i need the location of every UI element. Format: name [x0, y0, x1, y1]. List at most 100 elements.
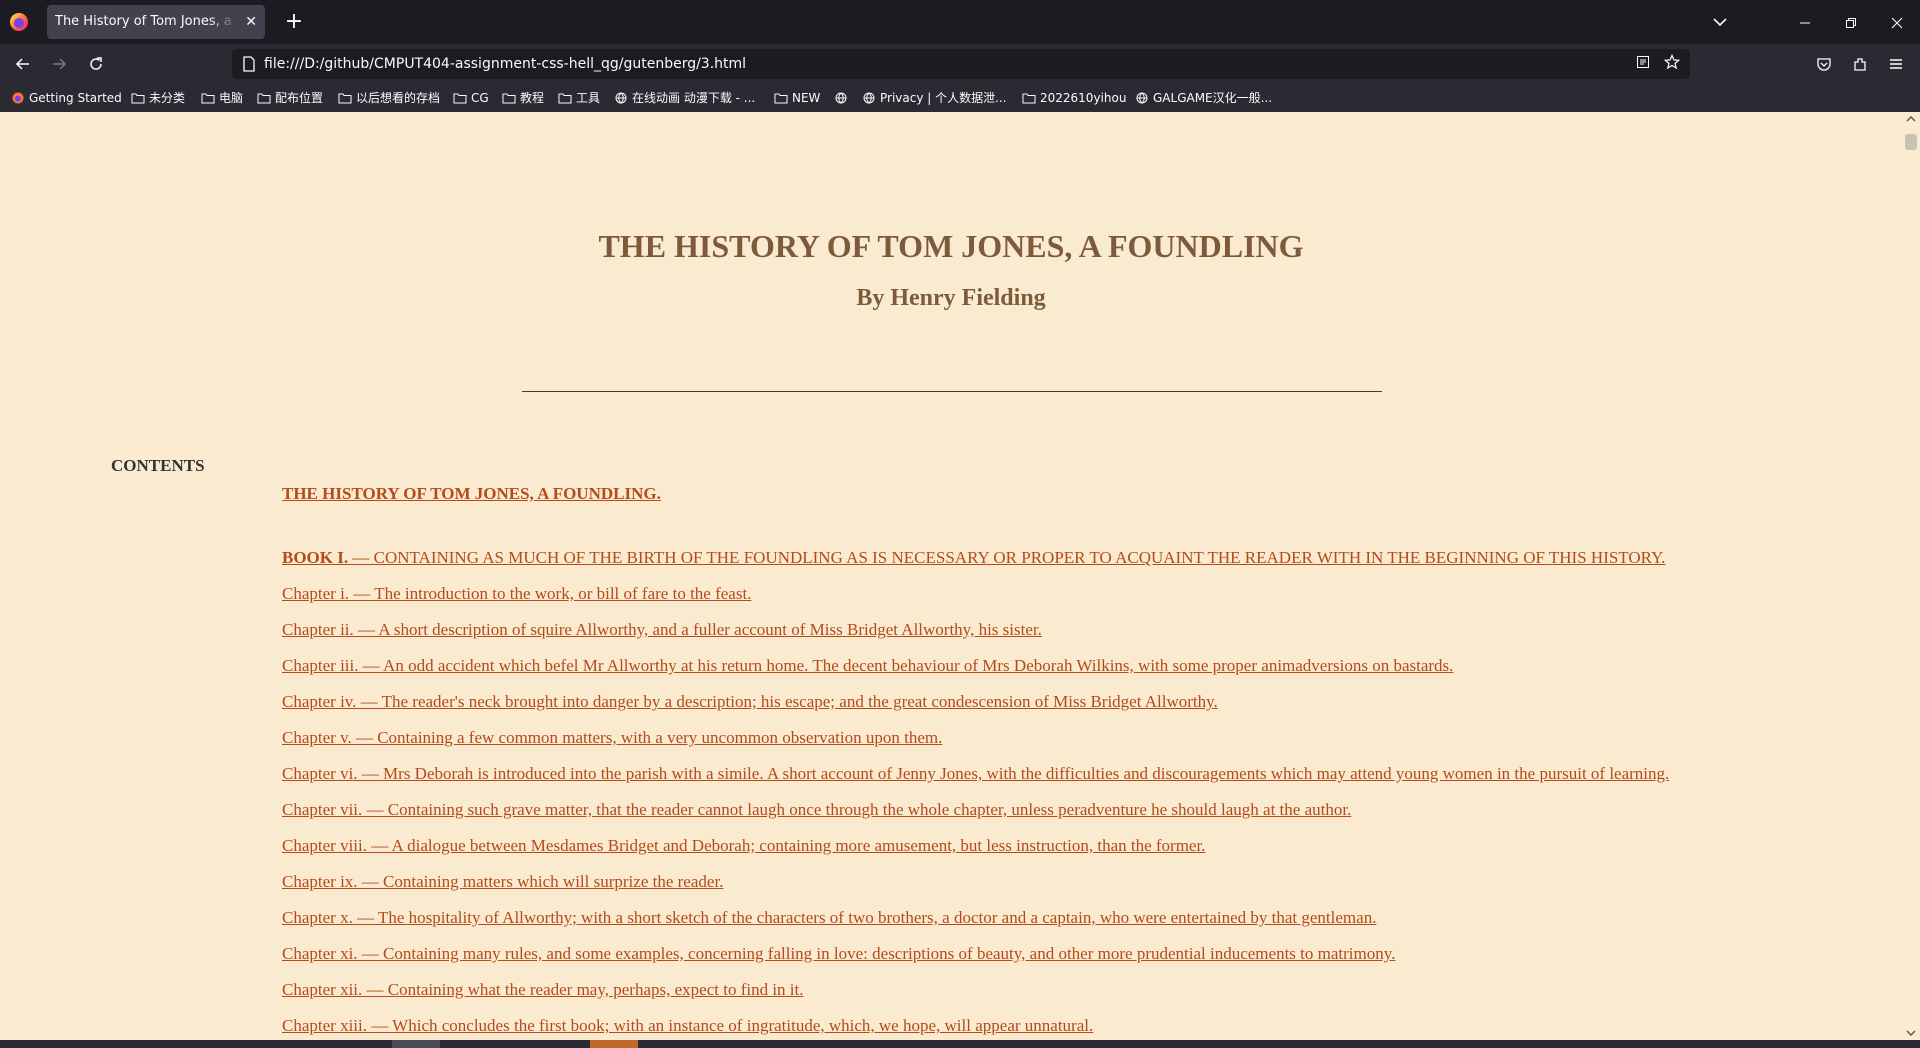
pocket-button[interactable]: [1810, 50, 1838, 78]
toc-chapter-link[interactable]: Chapter x. — The hospitality of Allworth…: [282, 908, 1376, 928]
toc-chapter-link[interactable]: Chapter vi. — Mrs Deborah is introduced …: [282, 764, 1669, 784]
reload-icon: [90, 57, 102, 70]
toc-book-link[interactable]: BOOK I. — CONTAINING AS MUCH OF THE BIRT…: [282, 548, 1665, 568]
bookmark-star-button[interactable]: [1662, 54, 1682, 74]
horizontal-rule: [522, 391, 1382, 392]
bookmarks-toolbar: Getting Started 未分类 电脑 配布位置 以后想看的存档 CG 教…: [0, 84, 1920, 112]
bookmark-label: 电脑: [219, 91, 244, 105]
folder-icon: [338, 93, 352, 104]
folder-icon: [558, 93, 572, 104]
folder-icon: [131, 93, 145, 104]
firefox-icon: [12, 92, 24, 104]
bookmark-folder[interactable]: 以后想看的存档: [338, 84, 440, 112]
toc-chapter-link[interactable]: Chapter iv. — The reader's neck brought …: [282, 692, 1218, 712]
bookmark-folder[interactable]: 配布位置: [257, 84, 323, 112]
globe-icon: [1136, 92, 1148, 104]
restore-icon: [1846, 17, 1856, 28]
reload-button[interactable]: [82, 50, 110, 78]
close-window-button[interactable]: [1874, 0, 1920, 44]
bookmark-label: 以后想看的存档: [356, 91, 441, 105]
back-icon: [15, 58, 29, 70]
vertical-scrollbar[interactable]: [1902, 112, 1920, 1040]
bookmark-item[interactable]: 在线动画 动漫下载 - ...: [614, 84, 755, 112]
toc-chapter-link[interactable]: Chapter v. — Containing a few common mat…: [282, 728, 942, 748]
url-text[interactable]: file:///D:/github/CMPUT404-assignment-cs…: [264, 49, 746, 79]
bookmark-label: 配布位置: [275, 91, 324, 105]
back-button[interactable]: [9, 50, 37, 78]
active-tab[interactable]: The History of Tom Jones, a Foundling ✕: [47, 5, 265, 39]
bookmark-folder[interactable]: NEW: [774, 84, 820, 112]
bookmark-folder[interactable]: 2022610yihou: [1022, 84, 1126, 112]
toc-chapter-link[interactable]: Chapter i. — The introduction to the wor…: [282, 584, 751, 604]
minimize-button[interactable]: [1782, 0, 1828, 44]
folder-icon: [1022, 93, 1036, 104]
address-bar[interactable]: file:///D:/github/CMPUT404-assignment-cs…: [232, 49, 1690, 79]
book-title: THE HISTORY OF TOM JONES, A FOUNDLING: [598, 228, 1304, 264]
toc-main-title-link[interactable]: THE HISTORY OF TOM JONES, A FOUNDLING.: [282, 484, 661, 504]
bookmark-label: 工具: [576, 91, 601, 105]
scrollbar-thumb[interactable]: [1905, 134, 1917, 150]
forward-button[interactable]: [45, 50, 73, 78]
bookmark-folder[interactable]: CG: [453, 84, 489, 112]
toc-chapter-link[interactable]: Chapter xii. — Containing what the reade…: [282, 980, 804, 1000]
bookmark-item[interactable]: Getting Started: [11, 84, 122, 112]
bookmark-label: 在线动画 动漫下载 - ...: [632, 91, 756, 105]
scroll-up-arrow-icon[interactable]: [1906, 114, 1916, 124]
folder-icon: [257, 93, 271, 104]
bookmark-folder[interactable]: 工具: [558, 84, 600, 112]
bookmark-label: GALGAME汉化一般...: [1153, 91, 1273, 105]
bookmark-folder[interactable]: 未分类: [131, 84, 185, 112]
chevron-down-icon[interactable]: [1708, 10, 1732, 34]
bookmark-label: Getting Started: [29, 91, 122, 105]
tab-close-icon[interactable]: ✕: [245, 5, 257, 39]
book-description: — CONTAINING AS MUCH OF THE BIRTH OF THE…: [348, 548, 1666, 567]
toc-chapter-link[interactable]: Chapter viii. — A dialogue between Mesda…: [282, 836, 1205, 856]
globe-icon: [835, 92, 847, 104]
book-author: By Henry Fielding: [856, 285, 1046, 311]
folder-icon: [453, 93, 467, 104]
page-content: THE HISTORY OF TOM JONES, A FOUNDLING By…: [0, 112, 1902, 1040]
bookmark-label: Privacy | 个人数据泄...: [880, 91, 1007, 105]
bookmark-label: 教程: [520, 91, 545, 105]
taskbar-item[interactable]: [392, 1040, 440, 1048]
tab-title: The History of Tom Jones, a Foundling: [55, 14, 237, 29]
bookmark-item[interactable]: Privacy | 个人数据泄...: [862, 84, 1007, 112]
restore-button[interactable]: [1828, 0, 1874, 44]
toc-chapter-link[interactable]: Chapter xiii. — Which concludes the firs…: [282, 1016, 1093, 1036]
taskbar-strip: [0, 1040, 1920, 1048]
toc-chapter-link[interactable]: Chapter xi. — Containing many rules, and…: [282, 944, 1395, 964]
book-number: BOOK I.: [282, 548, 349, 567]
forward-icon: [53, 58, 67, 70]
globe-icon: [615, 92, 627, 104]
reader-view-icon: [1637, 56, 1649, 68]
reader-view-button[interactable]: [1633, 54, 1653, 74]
minimize-icon: [1800, 22, 1810, 23]
extensions-button[interactable]: [1846, 50, 1874, 78]
bookmark-label: CG: [471, 91, 489, 105]
scroll-down-arrow-icon[interactable]: [1906, 1028, 1916, 1038]
bookmark-folder[interactable]: 教程: [502, 84, 544, 112]
navigation-toolbar: file:///D:/github/CMPUT404-assignment-cs…: [0, 44, 1920, 84]
toc-chapter-link[interactable]: Chapter ix. — Containing matters which w…: [282, 872, 723, 892]
toc-chapter-link[interactable]: Chapter ii. — A short description of squ…: [282, 620, 1042, 640]
menu-icon: [1890, 59, 1902, 69]
bookmark-label: 2022610yihou: [1040, 91, 1127, 105]
globe-icon: [863, 92, 875, 104]
bookmark-item[interactable]: [834, 84, 852, 112]
folder-icon: [201, 93, 215, 104]
folder-icon: [774, 93, 788, 104]
bookmark-star-icon: [1663, 54, 1681, 70]
menu-button[interactable]: [1882, 50, 1910, 78]
close-icon: [1891, 17, 1903, 28]
taskbar-item[interactable]: [590, 1040, 638, 1048]
bookmark-item[interactable]: GALGAME汉化一般...: [1135, 84, 1272, 112]
tab-strip: The History of Tom Jones, a Foundling ✕ …: [0, 0, 1920, 44]
new-tab-button[interactable]: +: [280, 8, 308, 36]
firefox-icon[interactable]: [8, 11, 30, 33]
bookmark-label: 未分类: [149, 91, 186, 105]
bookmark-label: NEW: [792, 91, 821, 105]
bookmark-folder[interactable]: 电脑: [201, 84, 243, 112]
toc-chapter-link[interactable]: Chapter vii. — Containing such grave mat…: [282, 800, 1351, 820]
toc-chapter-link[interactable]: Chapter iii. — An odd accident which bef…: [282, 656, 1453, 676]
folder-icon: [502, 93, 516, 104]
